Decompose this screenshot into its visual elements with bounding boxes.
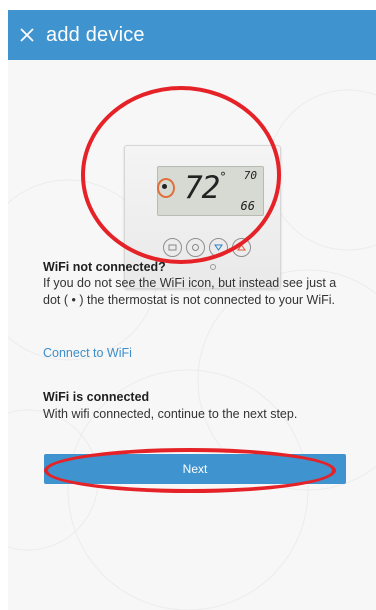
up-arrow-icon [232,238,251,257]
next-button[interactable]: Next [44,454,346,484]
fan-button-icon [186,238,205,257]
indicator-light [210,264,216,270]
wifi-not-connected-title: WiFi not connected? [43,260,166,274]
wifi-connected-text: With wifi connected, continue to the nex… [43,407,298,421]
menu-button-icon [163,238,182,257]
setpoint-bottom: 66 [240,199,255,213]
close-icon[interactable] [18,26,36,44]
wifi-dot-icon [162,184,167,189]
setpoint-top: 70 [243,169,257,182]
thermostat-display: 72° 70 66 [157,166,264,216]
page-title: add device [46,23,145,46]
wifi-connected-title: WiFi is connected [43,390,150,404]
thermostat-buttons [163,238,251,257]
content-area: 72° 70 66 WiFi not connected? If you do … [8,60,376,610]
current-temperature: 72° [184,170,227,206]
background-pattern [8,89,376,610]
app-screen: add device 72° 70 66 WiFi not connected?… [0,0,376,610]
app-header: add device [8,10,376,60]
down-arrow-icon [209,238,228,257]
connect-to-wifi-link[interactable]: Connect to WiFi [43,346,132,360]
wifi-not-connected-text: If you do not see the WiFi icon, but ins… [43,276,337,307]
